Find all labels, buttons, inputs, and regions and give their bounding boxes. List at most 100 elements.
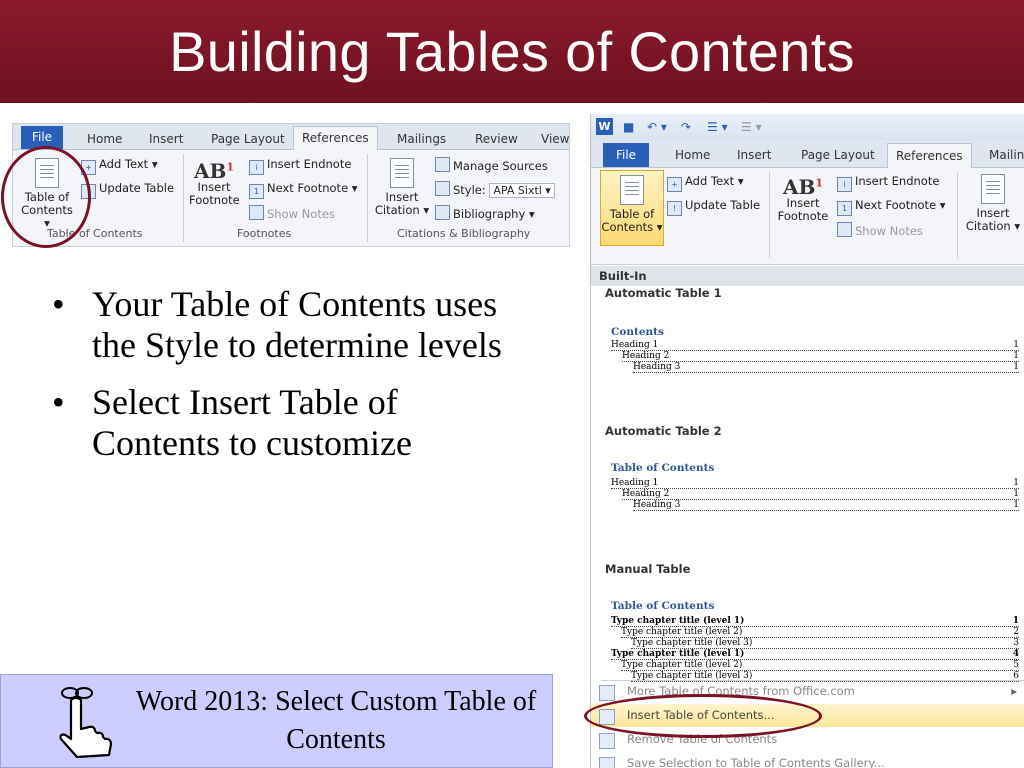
add-text-button[interactable]: + Add Text ▾ (667, 174, 744, 192)
update-table-button[interactable]: ! Update Table (81, 181, 174, 199)
insert-citation-label-2: Citation ▾ (374, 203, 430, 217)
show-notes-label: Show Notes (267, 207, 335, 221)
tab-insert[interactable]: Insert (737, 145, 771, 165)
gallery-toc-line: Heading 2 1 (622, 489, 1019, 500)
redo-icon[interactable]: ↷ (681, 120, 691, 134)
next-footnote-icon: 1 (837, 201, 852, 216)
toc-line-page: 1 (1011, 489, 1019, 499)
toc-line-text: Heading 1 (611, 478, 661, 488)
tab-insert[interactable]: Insert (149, 129, 183, 149)
show-notes-button[interactable]: Show Notes (837, 222, 923, 238)
table-of-contents-button-active[interactable]: Table of Contents ▾ (600, 170, 664, 246)
slide-title: Building Tables of Contents (169, 20, 855, 83)
note-text: Word 2013: Select Custom Table of Conten… (135, 686, 537, 755)
tab-file[interactable]: File (603, 143, 649, 167)
document-icon (620, 175, 644, 205)
tab-mailings[interactable]: Mailings (397, 129, 446, 149)
save-icon[interactable]: ■ (623, 120, 634, 134)
tab-page-layout[interactable]: Page Layout (211, 129, 285, 149)
insert-footnote-button[interactable]: AB1 Insert Footnote (189, 160, 240, 207)
toc-line-text: Heading 2 (622, 489, 672, 499)
insert-citation-label-1: Insert (976, 206, 1010, 220)
menu-item-save-selection[interactable]: Save Selection to Table of Contents Gall… (591, 752, 1024, 768)
insert-footnote-label-2: Footnote (189, 192, 240, 207)
update-table-label: Update Table (99, 181, 175, 195)
gallery-item-name: Manual Table (605, 562, 691, 576)
word-logo-icon: W (596, 118, 613, 135)
toc-line-page: 2 (1011, 627, 1019, 637)
update-table-button[interactable]: ! Update Table (667, 198, 760, 216)
tab-home[interactable]: Home (675, 145, 710, 165)
group-label-toc: Table of Contents (47, 227, 143, 240)
save-gallery-icon (599, 757, 615, 768)
tab-page-layout[interactable]: Page Layout (801, 145, 875, 165)
gallery-item-name: Automatic Table 1 (605, 286, 722, 300)
bibliography-icon (435, 205, 450, 220)
slide-title-bar: Building Tables of Contents (0, 0, 1024, 103)
toc-line-text: Type chapter title (level 2) (621, 660, 745, 670)
numbering-icon[interactable]: ☰ ▾ (741, 120, 762, 134)
gallery-item-manual[interactable]: Manual Table Table of Contents Type chap… (601, 562, 1024, 692)
show-notes-button[interactable]: Show Notes (249, 205, 335, 221)
add-text-icon: + (81, 160, 96, 175)
menu-item-label: More Table of Contents from Office.com (627, 684, 855, 698)
table-of-contents-button[interactable]: Table of Contents ▾ (19, 158, 75, 230)
menu-item-label: Save Selection to Table of Contents Gall… (627, 756, 885, 768)
style-selector[interactable]: Style: APA Sixtl ▾ (435, 181, 555, 198)
toc-line-text: Heading 3 (633, 362, 683, 372)
menu-item-insert-toc[interactable]: Insert Table of Contents... (591, 704, 1024, 727)
tab-references[interactable]: References (887, 143, 972, 168)
insert-endnote-button[interactable]: i Insert Endnote (837, 174, 939, 192)
office-icon (599, 685, 615, 701)
insert-citation-button[interactable]: Insert Citation ▾ (373, 158, 431, 217)
style-combo[interactable]: APA Sixtl ▾ (489, 183, 555, 198)
undo-icon[interactable]: ↶ ▾ (647, 120, 667, 134)
group-separator (769, 172, 770, 258)
manage-sources-button[interactable]: Manage Sources (435, 157, 548, 173)
menu-item-more-from-office[interactable]: More Table of Contents from Office.com ▸ (591, 680, 1024, 703)
gallery-toc-line: Heading 1 1 (611, 340, 1019, 351)
gallery-toc-line: Type chapter title (level 1) 1 (611, 616, 1019, 627)
next-footnote-button[interactable]: 1 Next Footnote ▾ (249, 181, 358, 199)
tab-mailings[interactable]: Mailin (989, 145, 1024, 165)
tab-references[interactable]: References (293, 126, 378, 150)
menu-item-remove-toc[interactable]: Remove Table of Contents (591, 728, 1024, 751)
toc-line-page: 5 (1011, 660, 1019, 670)
toc-line-page: 4 (1010, 649, 1019, 659)
group-label-footnotes: Footnotes (237, 227, 292, 240)
next-footnote-button[interactable]: 1 Next Footnote ▾ (837, 198, 946, 216)
gallery-item-automatic-1[interactable]: Automatic Table 1 Contents Heading 1 1 He… (601, 286, 1024, 416)
bullet-item: Select Insert Table of Contents to custo… (52, 382, 532, 464)
tab-file[interactable]: File (21, 126, 63, 149)
tab-review[interactable]: Review (475, 129, 518, 149)
toc-line-text: Heading 2 (622, 351, 672, 361)
gallery-item-automatic-2[interactable]: Automatic Table 2 Table of Contents Head… (601, 424, 1024, 554)
insert-citation-label-2: Citation ▾ (965, 219, 1021, 233)
gallery-toc-line: Type chapter title (level 2) 2 (621, 627, 1019, 638)
toc-line-page: 1 (1011, 351, 1019, 361)
toc-line-page: 1 (1011, 478, 1019, 488)
gallery-toc-heading: Contents (611, 326, 664, 338)
submenu-arrow-icon: ▸ (1011, 684, 1017, 698)
group-label-citations: Citations & Bibliography (397, 227, 531, 240)
quick-access-toolbar: W ■ ↶ ▾ ↷ ☰ ▾ ☰ ▾ (591, 114, 1024, 140)
word-dropdown-screenshot: W ■ ↶ ▾ ↷ ☰ ▾ ☰ ▾ File Home Insert Page … (590, 114, 1024, 768)
toc-button-label-1: Table of (24, 190, 70, 204)
bullet-item: Your Table of Contents uses the Style to… (52, 284, 532, 366)
insert-citation-button[interactable]: Insert Citation ▾ (963, 174, 1023, 233)
style-icon (435, 181, 450, 196)
tab-view[interactable]: View (541, 129, 569, 149)
gallery-toc-heading: Table of Contents (611, 462, 715, 474)
bullets-icon[interactable]: ☰ ▾ (707, 120, 728, 134)
manage-sources-label: Manage Sources (453, 159, 548, 173)
manage-sources-icon (435, 157, 450, 172)
tab-home[interactable]: Home (87, 129, 122, 149)
gallery-item-name: Automatic Table 2 (605, 424, 722, 438)
menu-item-label: Insert Table of Contents... (627, 708, 775, 722)
insert-endnote-button[interactable]: i Insert Endnote (249, 157, 351, 175)
document-icon (599, 709, 615, 725)
insert-footnote-button[interactable]: AB1 Insert Footnote (777, 176, 829, 223)
add-text-button[interactable]: + Add Text ▾ (81, 157, 158, 175)
bibliography-button[interactable]: Bibliography ▾ (435, 205, 535, 221)
update-table-icon: ! (667, 201, 682, 216)
